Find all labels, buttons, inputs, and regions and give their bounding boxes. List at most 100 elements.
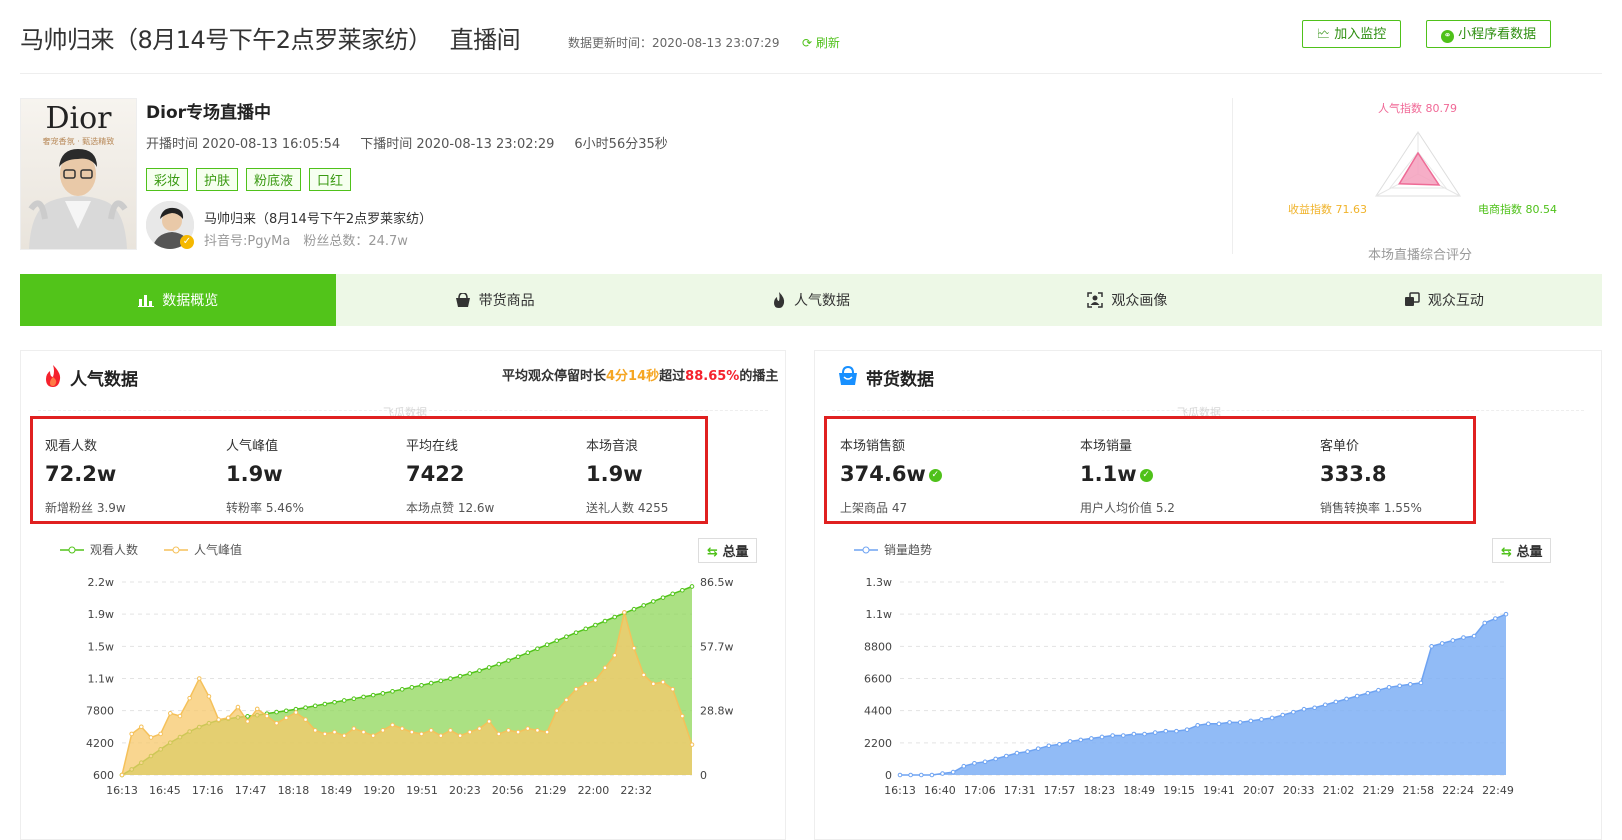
tab-audience-interaction[interactable]: 观众互动 [1286, 274, 1602, 326]
data-point [651, 681, 656, 687]
total-toggle-button[interactable]: ⇆ 总量 [698, 538, 758, 563]
data-point [1291, 709, 1296, 715]
data-point [351, 696, 357, 701]
data-point [1365, 690, 1371, 696]
metric-sub: 销售转换率 1.55% [1320, 501, 1422, 515]
data-point [467, 671, 473, 676]
x-tick-label: 20:07 [1243, 784, 1275, 797]
radar-revenue-label: 收益指数 71.63 [1288, 203, 1367, 216]
legend-label[interactable]: 观看人数 [90, 541, 138, 558]
interaction-icon [1404, 292, 1420, 306]
data-point [322, 731, 328, 737]
x-tick-label: 17:06 [964, 784, 996, 797]
data-point [1195, 722, 1200, 728]
anchor-name[interactable]: 马帅归来（8月14号下午2点罗莱家纺） [204, 208, 432, 227]
series-area [900, 614, 1506, 775]
data-point [1301, 706, 1307, 712]
radar-chart [1375, 131, 1461, 197]
data-point [254, 706, 260, 712]
y-tick-label: 1.9w [88, 608, 115, 621]
data-point [573, 630, 579, 635]
data-point [908, 772, 913, 778]
y-tick-label: 4200 [86, 737, 114, 750]
data-point [351, 726, 357, 731]
tag[interactable]: 护肤 [196, 168, 239, 191]
data-point [457, 673, 463, 679]
legend-label[interactable]: 销量趋势 [884, 541, 932, 558]
data-point [680, 713, 685, 719]
data-point [245, 719, 250, 724]
refresh-link[interactable]: ⟳ 刷新 [802, 34, 840, 51]
data-point [1216, 721, 1222, 727]
sales-chart: 0 2200 4400 6600 8800 1.1w 1.3w 16:13 16:40 17:06… [864, 576, 1514, 797]
x-tick-label: 19:15 [1163, 784, 1195, 797]
tab-overview[interactable]: 数据概览 [20, 274, 337, 326]
data-point [419, 683, 424, 688]
add-monitor-button[interactable]: 🗠 加入监控 [1302, 20, 1402, 48]
data-point [283, 715, 289, 721]
metric-label: 本场销量 [1080, 439, 1133, 454]
data-point [322, 701, 328, 707]
data-point [583, 626, 589, 632]
data-point [1418, 680, 1424, 686]
data-point [1163, 728, 1169, 734]
miniapp-data-button[interactable]: ⚭ 小程序看数据 [1426, 20, 1552, 48]
y-tick-label: 1.5w [88, 640, 115, 653]
data-point [1174, 728, 1179, 734]
data-point [457, 733, 463, 738]
x-tick-label: 20:23 [449, 784, 481, 797]
radar-ecommerce-label: 电商指数 80.54 [1478, 203, 1557, 216]
tab-goods[interactable]: 带货商品 [336, 274, 652, 326]
data-point [496, 661, 502, 667]
data-point [525, 726, 531, 731]
data-point [1354, 693, 1360, 699]
flame-icon [774, 292, 785, 308]
x-tick-label: 18:49 [1123, 784, 1155, 797]
live-cover-image[interactable]: Dior 奢宠香氛 · 甄选精致 [20, 98, 137, 250]
data-point [515, 729, 521, 735]
y2-tick-label: 28.8w [700, 705, 734, 718]
data-point [1152, 730, 1158, 735]
room-tags: 彩妆 护肤 粉底液 口红 [146, 168, 352, 191]
metric-value: 1.9w [586, 462, 643, 486]
legend-label[interactable]: 人气峰值 [194, 541, 242, 558]
update-time: 数据更新时间：2020-08-13 23:07:29 [568, 36, 780, 50]
data-point [525, 650, 531, 656]
x-tick-label: 17:31 [1004, 784, 1036, 797]
data-point [1089, 736, 1094, 741]
data-point [1131, 731, 1137, 737]
data-point [312, 703, 318, 709]
x-tick-label: 18:18 [278, 784, 310, 797]
shopping-bag-icon [839, 366, 857, 385]
verified-badge-icon: ✓ [180, 235, 194, 249]
shopping-bag-icon [455, 292, 470, 307]
data-point [897, 772, 903, 778]
data-point [1004, 753, 1009, 759]
y-tick-label: 1.1w [88, 673, 115, 686]
data-point [573, 686, 579, 692]
x-tick-label: 17:16 [192, 784, 224, 797]
header-divider [20, 73, 1602, 74]
data-point [583, 681, 589, 687]
data-point [187, 695, 192, 701]
data-point [206, 694, 212, 699]
y-tick-label: 6600 [864, 673, 892, 686]
tab-audience-portrait[interactable]: 观众画像 [969, 274, 1285, 326]
data-point [1333, 699, 1339, 705]
y-tick-label: 1.3w [866, 576, 893, 589]
tab-popularity[interactable]: 人气数据 [653, 274, 969, 326]
data-point [564, 697, 569, 703]
tag[interactable]: 粉底液 [246, 168, 302, 191]
x-tick-label: 19:41 [1203, 784, 1235, 797]
data-point [689, 742, 695, 747]
data-point [670, 686, 675, 692]
data-point [390, 689, 395, 694]
total-toggle-button[interactable]: ⇆ 总量 [1492, 538, 1552, 563]
tag[interactable]: 彩妆 [146, 168, 189, 191]
data-point [1046, 743, 1052, 749]
x-tick-label: 16:45 [149, 784, 181, 797]
metric-value: 1.9w [226, 462, 283, 486]
tag[interactable]: 口红 [309, 168, 352, 191]
metric-label: 观看人数 [45, 439, 98, 454]
data-point [612, 614, 618, 620]
